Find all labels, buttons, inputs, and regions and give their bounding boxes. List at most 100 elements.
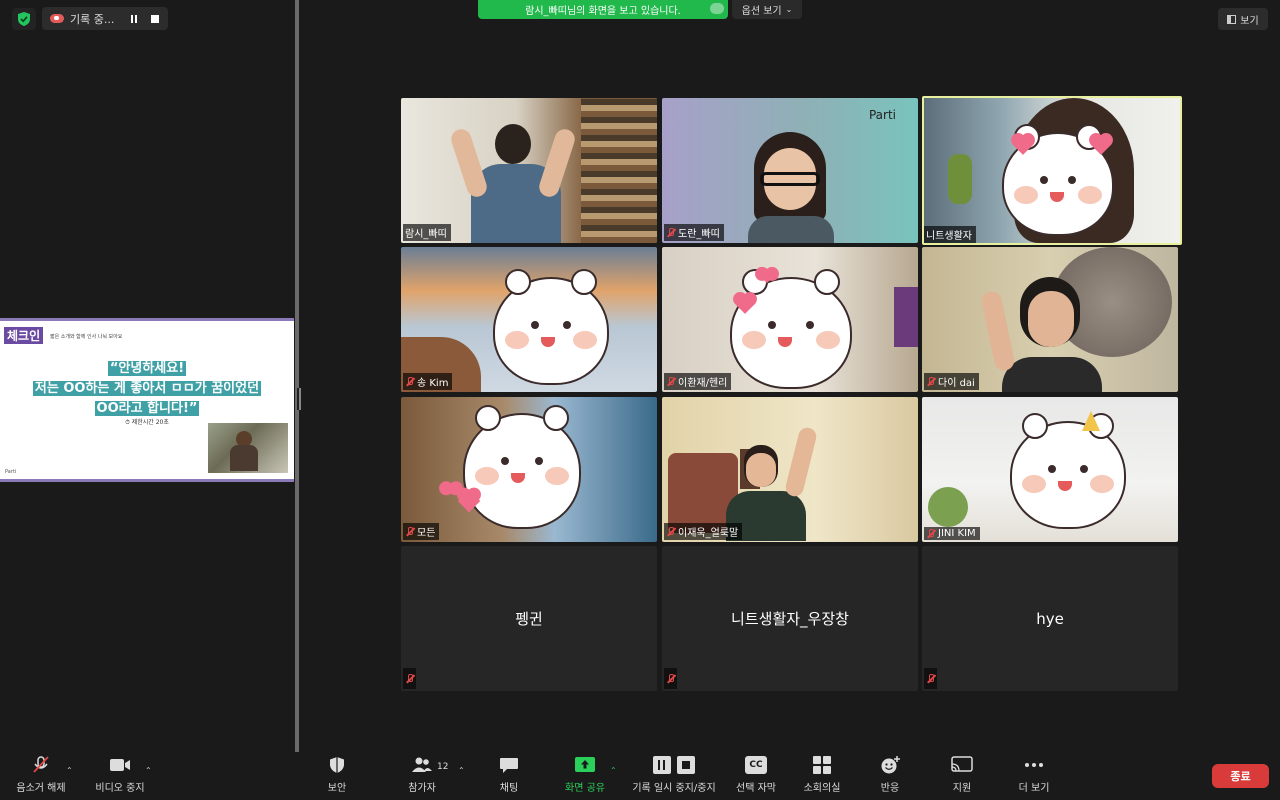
video-camera-icon (110, 759, 130, 771)
share-screen-label: 화면 공유 (565, 783, 605, 794)
unmute-label: 음소거 해제 (16, 783, 66, 794)
share-screen-icon (575, 757, 595, 772)
recording-label: 기록 중... (70, 12, 115, 26)
video-tile[interactable]: Parti 도란_빠띠 (662, 98, 918, 243)
participant-display-name: 펭귄 (515, 610, 543, 628)
more-dots-icon (1023, 756, 1045, 774)
participant-name: 다이 dai (924, 373, 979, 390)
mic-muted-icon (666, 227, 675, 238)
audio-options-chevron-icon[interactable]: ⌃ (66, 766, 73, 775)
pause-recording-icon[interactable] (131, 14, 137, 23)
pause-icon[interactable] (653, 756, 671, 774)
stop-recording-icon[interactable] (151, 14, 159, 23)
participant-name: 이재욱_얼룩말 (664, 523, 743, 540)
video-tile[interactable]: 이환재/헨리 (662, 247, 918, 392)
security-shield-icon[interactable] (12, 8, 36, 30)
captions-label: 선택 자막 (736, 783, 776, 794)
end-meeting-button[interactable]: 종료 (1212, 764, 1269, 788)
slide-subtitle: 짧은 소개와 함께 인사 나눠 보아요 (50, 334, 123, 340)
captions-button[interactable]: CC 선택 자막 (734, 752, 778, 800)
smiley-add-icon (881, 756, 900, 774)
banner-text: 람시_빠띠님의 화면을 보고 있습니다. (525, 6, 681, 17)
mic-muted-icon (666, 674, 675, 684)
reactions-label: 반응 (880, 783, 900, 794)
video-tile[interactable]: 모든 (401, 397, 657, 542)
record-pause-label: 기록 일시 중지/중지 (632, 783, 716, 794)
video-tile-no-video[interactable]: 펭귄 (401, 546, 657, 691)
participant-name: 모든 (403, 523, 440, 540)
reactions-button[interactable]: 반응 (872, 752, 908, 800)
participant-name: JINI KIM (924, 527, 980, 540)
chat-button[interactable]: 채팅 (492, 752, 526, 800)
share-screen-button[interactable]: 화면 공유 (561, 752, 609, 800)
mic-muted-badge (403, 668, 416, 689)
divider-handle[interactable] (297, 388, 299, 410)
meeting-toolbar: 음소거 해제 ⌃ 비디오 중지 ⌃ 보안 참가자 12 ⌃ 채팅 화면 공유 ⌃… (0, 752, 1280, 800)
video-tile[interactable]: 송 Kim (401, 247, 657, 392)
party-hat-icon (1082, 411, 1100, 431)
participant-name: 니트생활자 (924, 226, 976, 243)
cloud-icon (710, 3, 724, 14)
video-tile-no-video[interactable]: hye (922, 546, 1178, 691)
shield-icon (330, 757, 344, 773)
mic-muted-icon (405, 674, 414, 684)
more-button[interactable]: 더 보기 (1012, 752, 1056, 800)
view-button[interactable]: 보기 (1218, 8, 1268, 30)
layout-icon (1227, 14, 1237, 24)
mic-muted-badge (664, 668, 677, 689)
security-button[interactable]: 보안 (318, 752, 356, 800)
cast-icon (951, 756, 973, 772)
mic-muted-icon (666, 526, 675, 537)
stop-video-label: 비디오 중지 (95, 783, 145, 794)
video-tile-active-speaker[interactable]: 니트생활자 (922, 96, 1182, 245)
participant-display-name: 니트생활자_우장창 (731, 610, 849, 628)
video-tile[interactable]: 다이 dai (922, 247, 1178, 392)
breakout-rooms-icon (813, 756, 831, 774)
screen-share-banner: 람시_빠띠님의 화면을 보고 있습니다. (478, 0, 728, 19)
participants-button[interactable]: 참가자 (400, 752, 444, 800)
panel-divider[interactable] (295, 0, 299, 752)
chat-bubble-icon (500, 758, 518, 773)
stop-icon[interactable] (677, 756, 695, 774)
view-options-button[interactable]: 옵션 보기 ⌄ (732, 0, 802, 19)
participant-name: 이환재/헨리 (664, 373, 732, 390)
unmute-button[interactable]: 음소거 해제 (10, 752, 72, 800)
participant-name: 도란_빠띠 (664, 224, 724, 241)
brand-text: Parti (868, 108, 896, 122)
breakout-rooms-button[interactable]: 소회의실 (800, 752, 844, 800)
share-options-chevron-icon[interactable]: ⌃ (610, 766, 617, 775)
mic-muted-icon (926, 528, 935, 539)
slide-logo: Parti (5, 469, 17, 475)
participant-name: 송 Kim (403, 373, 453, 390)
cloud-record-icon (50, 14, 64, 23)
chat-label: 채팅 (499, 783, 519, 794)
slide-line-2: 저는 OO하는 게 좋아서 ㅁㅁ가 꿈이었던 (32, 381, 262, 396)
participants-chevron-icon[interactable]: ⌃ (458, 766, 465, 775)
mic-muted-icon (405, 376, 414, 387)
slide-line-3: OO라고 합니다!” (94, 401, 200, 416)
mic-muted-icon (666, 376, 675, 387)
mic-muted-icon (926, 376, 935, 387)
participants-count: 12 (437, 762, 449, 772)
recording-controls[interactable]: 기록 일시 중지/중지 (630, 752, 718, 800)
pause-stop-icons (652, 756, 696, 774)
security-label: 보안 (327, 783, 347, 794)
mic-muted-icon (405, 526, 414, 537)
more-label: 더 보기 (1018, 783, 1050, 794)
view-options-label: 옵션 보기 (741, 6, 782, 17)
video-options-chevron-icon[interactable]: ⌃ (145, 766, 152, 775)
support-button[interactable]: 지원 (944, 752, 980, 800)
participant-display-name: hye (1036, 609, 1064, 628)
slide-tag: 체크인 (4, 327, 44, 344)
mic-muted-icon (926, 674, 935, 684)
chevron-down-icon: ⌄ (785, 5, 793, 14)
video-tile[interactable]: JINI KIM (922, 397, 1178, 542)
video-tile[interactable]: 람시_빠띠 (401, 98, 657, 243)
recording-indicator[interactable]: 기록 중... (42, 7, 168, 30)
stop-video-button[interactable]: 비디오 중지 (92, 752, 148, 800)
breakout-label: 소회의실 (803, 783, 841, 794)
video-tile[interactable]: 이재욱_얼룩말 (662, 397, 918, 542)
mic-muted-badge (924, 668, 937, 689)
video-tile-no-video[interactable]: 니트생활자_우장창 (662, 546, 918, 691)
support-label: 지원 (952, 783, 972, 794)
